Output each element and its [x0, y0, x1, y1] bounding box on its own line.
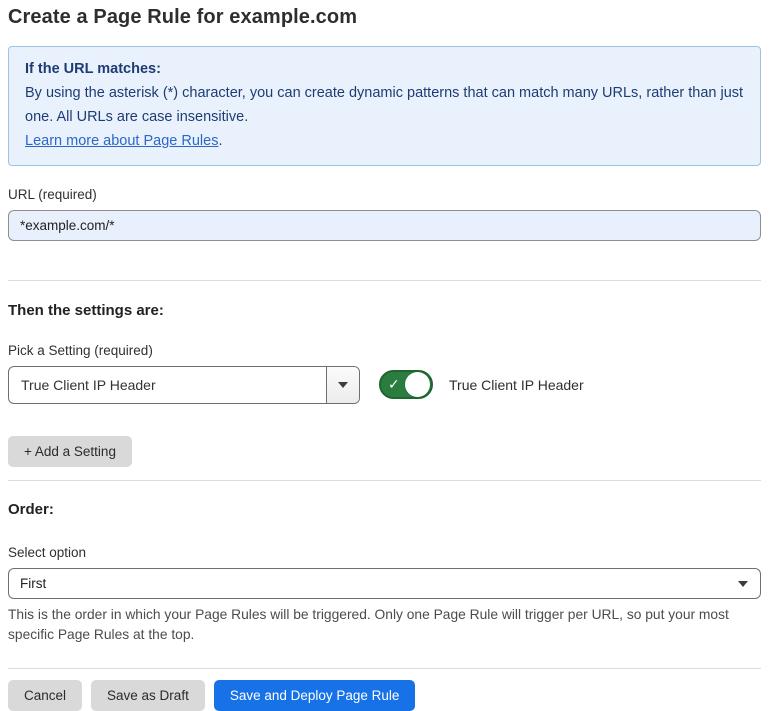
order-select-label: Select option	[8, 545, 761, 560]
toggle-knob	[405, 372, 430, 397]
add-setting-button[interactable]: + Add a Setting	[8, 436, 132, 467]
create-page-rule-form: Create a Page Rule for example.com If th…	[0, 0, 769, 711]
footer-buttons: Cancel Save as Draft Save and Deploy Pag…	[8, 680, 761, 711]
setting-select-value: True Client IP Header	[9, 367, 326, 403]
order-select[interactable]: First	[8, 568, 761, 599]
toggle-row: ✓ True Client IP Header	[379, 370, 584, 399]
url-match-info-box: If the URL matches: By using the asteris…	[8, 46, 761, 166]
link-suffix: .	[218, 133, 222, 149]
setting-select-arrow-button[interactable]	[326, 367, 359, 403]
cancel-button[interactable]: Cancel	[8, 680, 82, 711]
chevron-down-icon	[738, 581, 748, 587]
order-select-value: First	[20, 576, 46, 591]
page-title: Create a Page Rule for example.com	[8, 6, 761, 29]
url-field-label: URL (required)	[8, 187, 761, 202]
info-box-body: By using the asterisk (*) character, you…	[25, 81, 744, 129]
divider	[8, 668, 761, 669]
pick-setting-label: Pick a Setting (required)	[8, 343, 761, 358]
save-and-deploy-button[interactable]: Save and Deploy Page Rule	[214, 680, 416, 711]
learn-more-link[interactable]: Learn more about Page Rules	[25, 133, 218, 149]
settings-section-heading: Then the settings are:	[8, 302, 761, 319]
setting-select[interactable]: True Client IP Header	[8, 366, 360, 404]
info-box-link-line: Learn more about Page Rules.	[25, 129, 744, 153]
check-icon: ✓	[388, 376, 400, 393]
save-as-draft-button[interactable]: Save as Draft	[91, 680, 205, 711]
order-section-heading: Order:	[8, 501, 761, 518]
divider	[8, 280, 761, 281]
true-client-ip-toggle[interactable]: ✓	[379, 370, 433, 399]
setting-row: True Client IP Header ✓ True Client IP H…	[8, 366, 761, 404]
url-input[interactable]	[8, 210, 761, 241]
order-help-text: This is the order in which your Page Rul…	[8, 605, 753, 645]
toggle-label: True Client IP Header	[449, 377, 584, 393]
divider	[8, 480, 761, 481]
chevron-down-icon	[338, 382, 348, 388]
info-box-heading: If the URL matches:	[25, 57, 744, 81]
